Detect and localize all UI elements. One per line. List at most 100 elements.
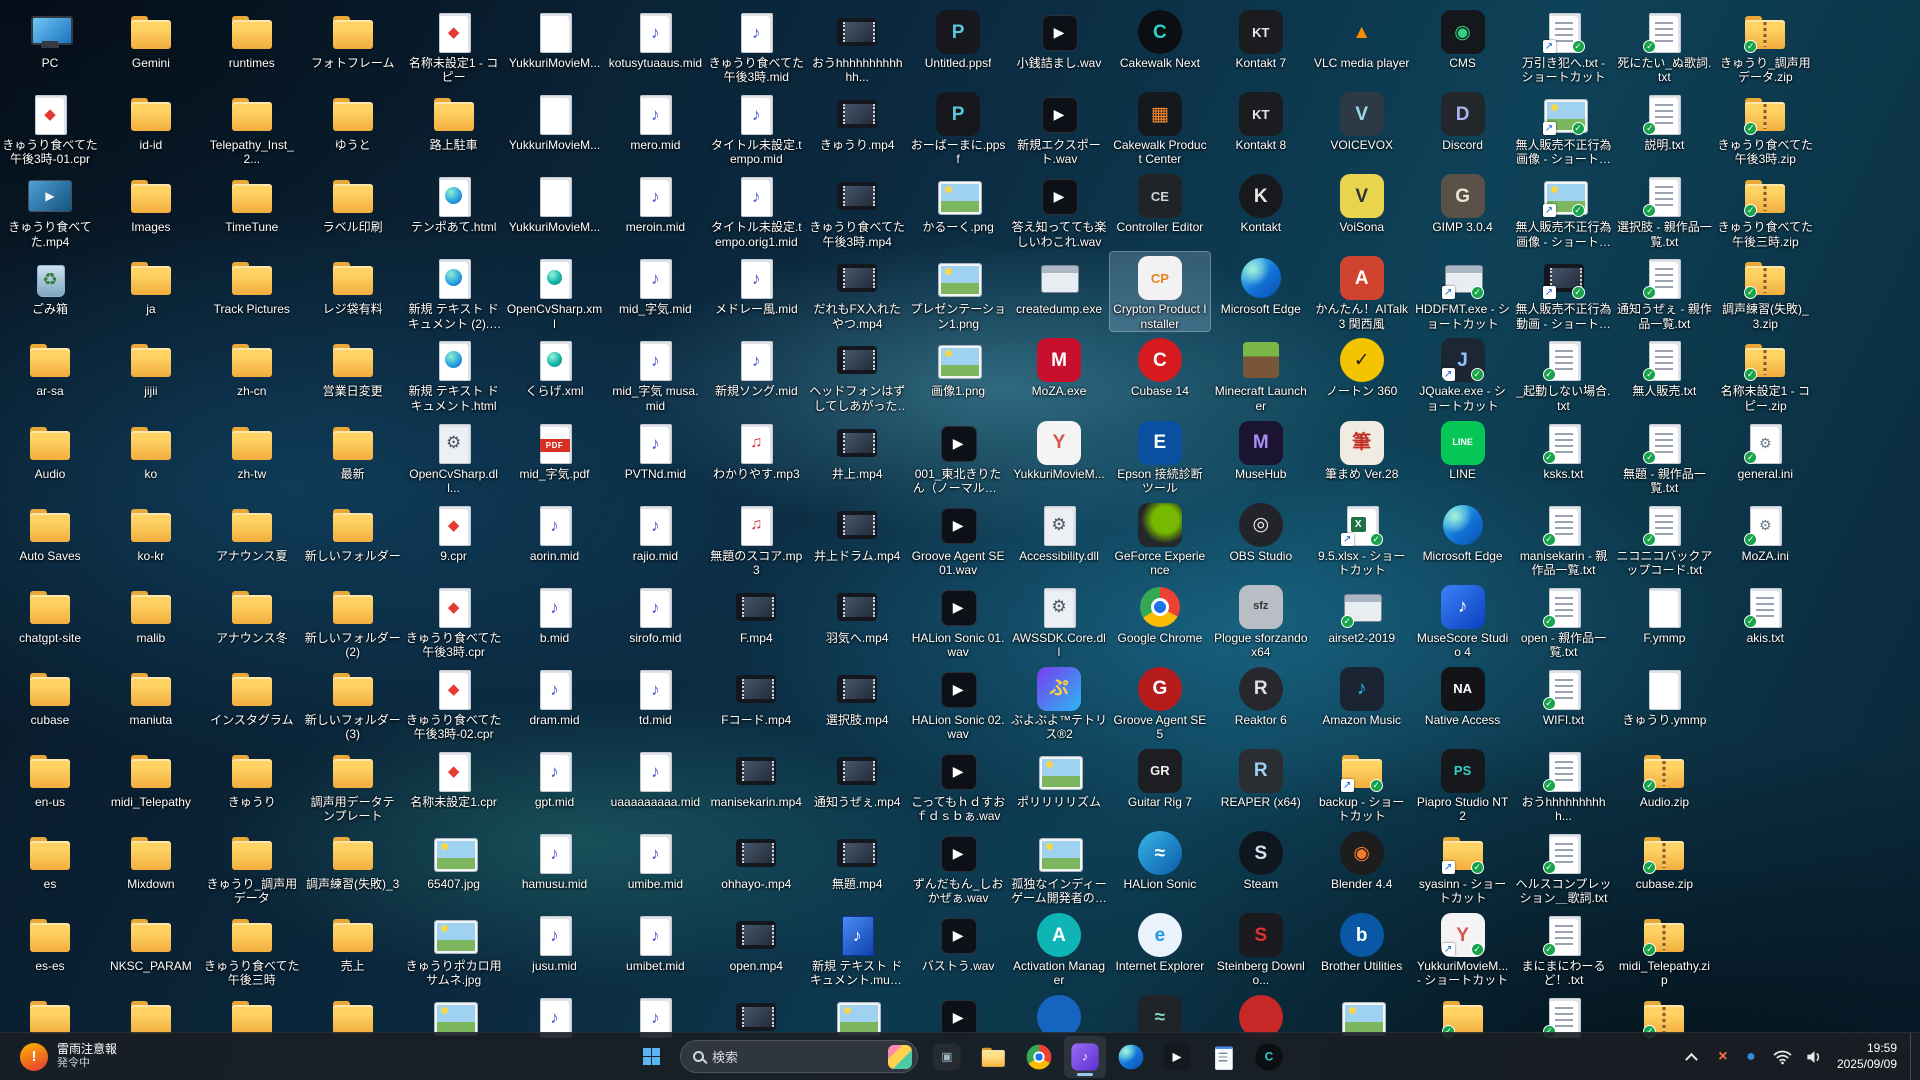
- desktop-icon[interactable]: KTKontakt 8: [1211, 88, 1311, 152]
- desktop-icon[interactable]: b.mid: [505, 581, 605, 645]
- desktop-icon[interactable]: こってもｈｄすおｆｄｓｂぁ.wav: [908, 745, 1008, 824]
- desktop-icon[interactable]: きゅうり_調声用データ: [202, 827, 302, 906]
- desktop-icon[interactable]: malib: [101, 581, 201, 645]
- desktop-icon[interactable]: きゅうり.ymmp: [1614, 663, 1714, 727]
- desktop-icon[interactable]: CEController Editor: [1110, 170, 1210, 234]
- desktop-icon[interactable]: ✓ノートン 360: [1312, 334, 1412, 398]
- desktop-icon[interactable]: 9.cpr: [404, 499, 504, 563]
- desktop-icon[interactable]: ぷぷよぷよ™テトリス®2: [1009, 663, 1109, 742]
- desktop-icon[interactable]: 新規ソング.mid: [706, 334, 806, 398]
- desktop-icon[interactable]: ✓名称未設定1 - コピー.zip: [1715, 334, 1815, 413]
- desktop-icon[interactable]: ✓ニコニコバックアップコード.txt: [1614, 499, 1714, 578]
- desktop-icon[interactable]: ↗✓syasinn - ショートカット: [1413, 827, 1513, 906]
- desktop-icon[interactable]: HALion Sonic 02.wav: [908, 663, 1008, 742]
- desktop-icon[interactable]: OpenCvSharp.dll...: [404, 417, 504, 496]
- desktop-icon[interactable]: bBrother Utilities: [1312, 909, 1412, 973]
- desktop-icon[interactable]: ↗✓backup - ショートカット: [1312, 745, 1412, 824]
- taskbar-app-file-explorer[interactable]: [972, 1036, 1014, 1078]
- desktop-icon[interactable]: 調声練習(失敗)_3: [303, 827, 403, 891]
- desktop-icon[interactable]: eInternet Explorer: [1110, 909, 1210, 973]
- desktop-icon[interactable]: 無題.mp4: [807, 827, 907, 891]
- desktop-icon[interactable]: ✓選択肢 - 親作品一覧.txt: [1614, 170, 1714, 249]
- desktop-icon[interactable]: jusu.mid: [505, 909, 605, 973]
- desktop-icon[interactable]: ◉Blender 4.4: [1312, 827, 1412, 891]
- desktop-icon[interactable]: ✓ヘルスコンプレッション＿歌詞.txt: [1514, 827, 1614, 906]
- desktop-icon[interactable]: 売上: [303, 909, 403, 973]
- desktop-icon[interactable]: meroin.mid: [605, 170, 705, 234]
- desktop-icon[interactable]: manisekarin.mp4: [706, 745, 806, 809]
- desktop-icon[interactable]: Microsoft Edge: [1413, 499, 1513, 563]
- desktop-icon[interactable]: 新しいフォルダー (2): [303, 581, 403, 660]
- desktop-icon[interactable]: VVOICEVOX: [1312, 88, 1412, 152]
- desktop-icon[interactable]: ラベル印刷: [303, 170, 403, 234]
- desktop-icon[interactable]: きゅうり.mp4: [807, 88, 907, 152]
- desktop-icon[interactable]: umibe.mid: [605, 827, 705, 891]
- desktop-icon[interactable]: 001_東北きりたん（ノーマル）_今じゃ...: [908, 417, 1008, 496]
- desktop-icon[interactable]: YukkuriMovieM...: [505, 6, 605, 70]
- desktop-icon[interactable]: メドレー風.mid: [706, 252, 806, 316]
- desktop-icon[interactable]: Y↗✓YukkuriMovieM... - ショートカット: [1413, 909, 1513, 988]
- desktop-icon[interactable]: CCakewalk Next: [1110, 6, 1210, 70]
- desktop-icon[interactable]: ✓きゅうり食べてた午後三時.zip: [1715, 170, 1815, 249]
- desktop-icon[interactable]: PVTNd.mid: [605, 417, 705, 481]
- desktop-icon[interactable]: maniuta: [101, 663, 201, 727]
- desktop-icon[interactable]: midi_Telepathy: [101, 745, 201, 809]
- taskbar-app-microsoft-edge[interactable]: [1110, 1036, 1152, 1078]
- desktop-icon[interactable]: ✓おうhhhhhhhhhh...: [1514, 745, 1614, 824]
- desktop-icon[interactable]: タイトル未設定.tempo.orig1.mid: [706, 170, 806, 249]
- desktop-icon[interactable]: YukkuriMovieM...: [505, 88, 605, 152]
- desktop-icon[interactable]: chatgpt-site: [0, 581, 100, 645]
- desktop-icon[interactable]: J↗✓JQuake.exe - ショートカット: [1413, 334, 1513, 413]
- desktop-icon[interactable]: ↗✓無人販売不正行為画像 - ショートカット: [1514, 170, 1614, 249]
- desktop-icon[interactable]: ✓無題 - 親作品一覧.txt: [1614, 417, 1714, 496]
- desktop-icon[interactable]: ↗✓万引き犯へ.txt - ショートカット: [1514, 6, 1614, 85]
- desktop-icon[interactable]: ✓まにまにわーるど！.txt: [1514, 909, 1614, 988]
- desktop-icon[interactable]: ko-kr: [101, 499, 201, 563]
- desktop-icon[interactable]: 孤独なインディーゲーム開発者の一生...: [1009, 827, 1109, 906]
- desktop-icon[interactable]: ヘッドフォンはずしてしあがった.mp4: [807, 334, 907, 413]
- desktop-icon[interactable]: NKSC_PARAM: [101, 909, 201, 973]
- desktop-icon[interactable]: mid_字気.pdf: [505, 417, 605, 481]
- desktop-icon[interactable]: mid_字気.mid: [605, 252, 705, 316]
- desktop-icon[interactable]: hamusu.mid: [505, 827, 605, 891]
- desktop-icon[interactable]: YukkuriMovieM...: [505, 170, 605, 234]
- desktop-icon[interactable]: ✓general.ini: [1715, 417, 1815, 481]
- desktop-icon[interactable]: バストう.wav: [908, 909, 1008, 973]
- desktop-icon[interactable]: 65407.jpg: [404, 827, 504, 891]
- desktop-icon[interactable]: KKontakt: [1211, 170, 1311, 234]
- desktop-icon[interactable]: F.ymmp: [1614, 581, 1714, 645]
- desktop-icon[interactable]: きゅうり食べてた午後3時-02.cpr: [404, 663, 504, 742]
- desktop-icon[interactable]: MMuseHub: [1211, 417, 1311, 481]
- desktop-icon[interactable]: GGroove Agent SE 5: [1110, 663, 1210, 742]
- desktop-icon[interactable]: きゅうり食べてた午後3時.cpr: [404, 581, 504, 660]
- desktop-icon[interactable]: kotusytuaaus.mid: [605, 6, 705, 70]
- search-box[interactable]: 検索: [680, 1040, 918, 1073]
- desktop-icon[interactable]: RReaktor 6: [1211, 663, 1311, 727]
- desktop-icon[interactable]: 営業日変更: [303, 334, 403, 398]
- desktop-icon[interactable]: きゅうり食べてた午後三時: [202, 909, 302, 988]
- desktop-icon[interactable]: AActivation Manager: [1009, 909, 1109, 988]
- desktop-icon[interactable]: Pおーばーまに.ppsf: [908, 88, 1008, 167]
- desktop-icon[interactable]: YYukkuriMovieM...: [1009, 417, 1109, 481]
- desktop-icon[interactable]: PC: [0, 6, 100, 70]
- desktop-icon[interactable]: ゆうと: [303, 88, 403, 152]
- desktop-icon[interactable]: RREAPER (x64): [1211, 745, 1311, 809]
- desktop-icon[interactable]: ✓open - 親作品一覧.txt: [1514, 581, 1614, 660]
- desktop-icon[interactable]: Groove Agent SE 01.wav: [908, 499, 1008, 578]
- taskbar-app-media-player[interactable]: ▶: [1156, 1036, 1198, 1078]
- desktop-icon[interactable]: CCubase 14: [1110, 334, 1210, 398]
- desktop-icon[interactable]: ✓きゅうり_調声用データ.zip: [1715, 6, 1815, 85]
- desktop-icon[interactable]: きゅうりポカロ用サムネ.jpg: [404, 909, 504, 988]
- desktop-icon[interactable]: PUntitled.ppsf: [908, 6, 1008, 70]
- desktop-icon[interactable]: id-id: [101, 88, 201, 152]
- tray-app-x[interactable]: ×: [1714, 1037, 1732, 1077]
- start-button[interactable]: [630, 1036, 672, 1078]
- desktop-icon[interactable]: テンポあて.html: [404, 170, 504, 234]
- desktop-icon[interactable]: 新しいフォルダー (3): [303, 663, 403, 742]
- desktop-icon[interactable]: フォトフレーム: [303, 6, 403, 70]
- desktop-icon[interactable]: 筆筆まめ Ver.28: [1312, 417, 1412, 481]
- desktop-icon[interactable]: open.mp4: [706, 909, 806, 973]
- desktop-icon[interactable]: ✓調声練習(失敗)_3.zip: [1715, 252, 1815, 331]
- desktop-icon[interactable]: aorin.mid: [505, 499, 605, 563]
- desktop-icon[interactable]: 新規 テキスト ドキュメント (2).html: [404, 252, 504, 331]
